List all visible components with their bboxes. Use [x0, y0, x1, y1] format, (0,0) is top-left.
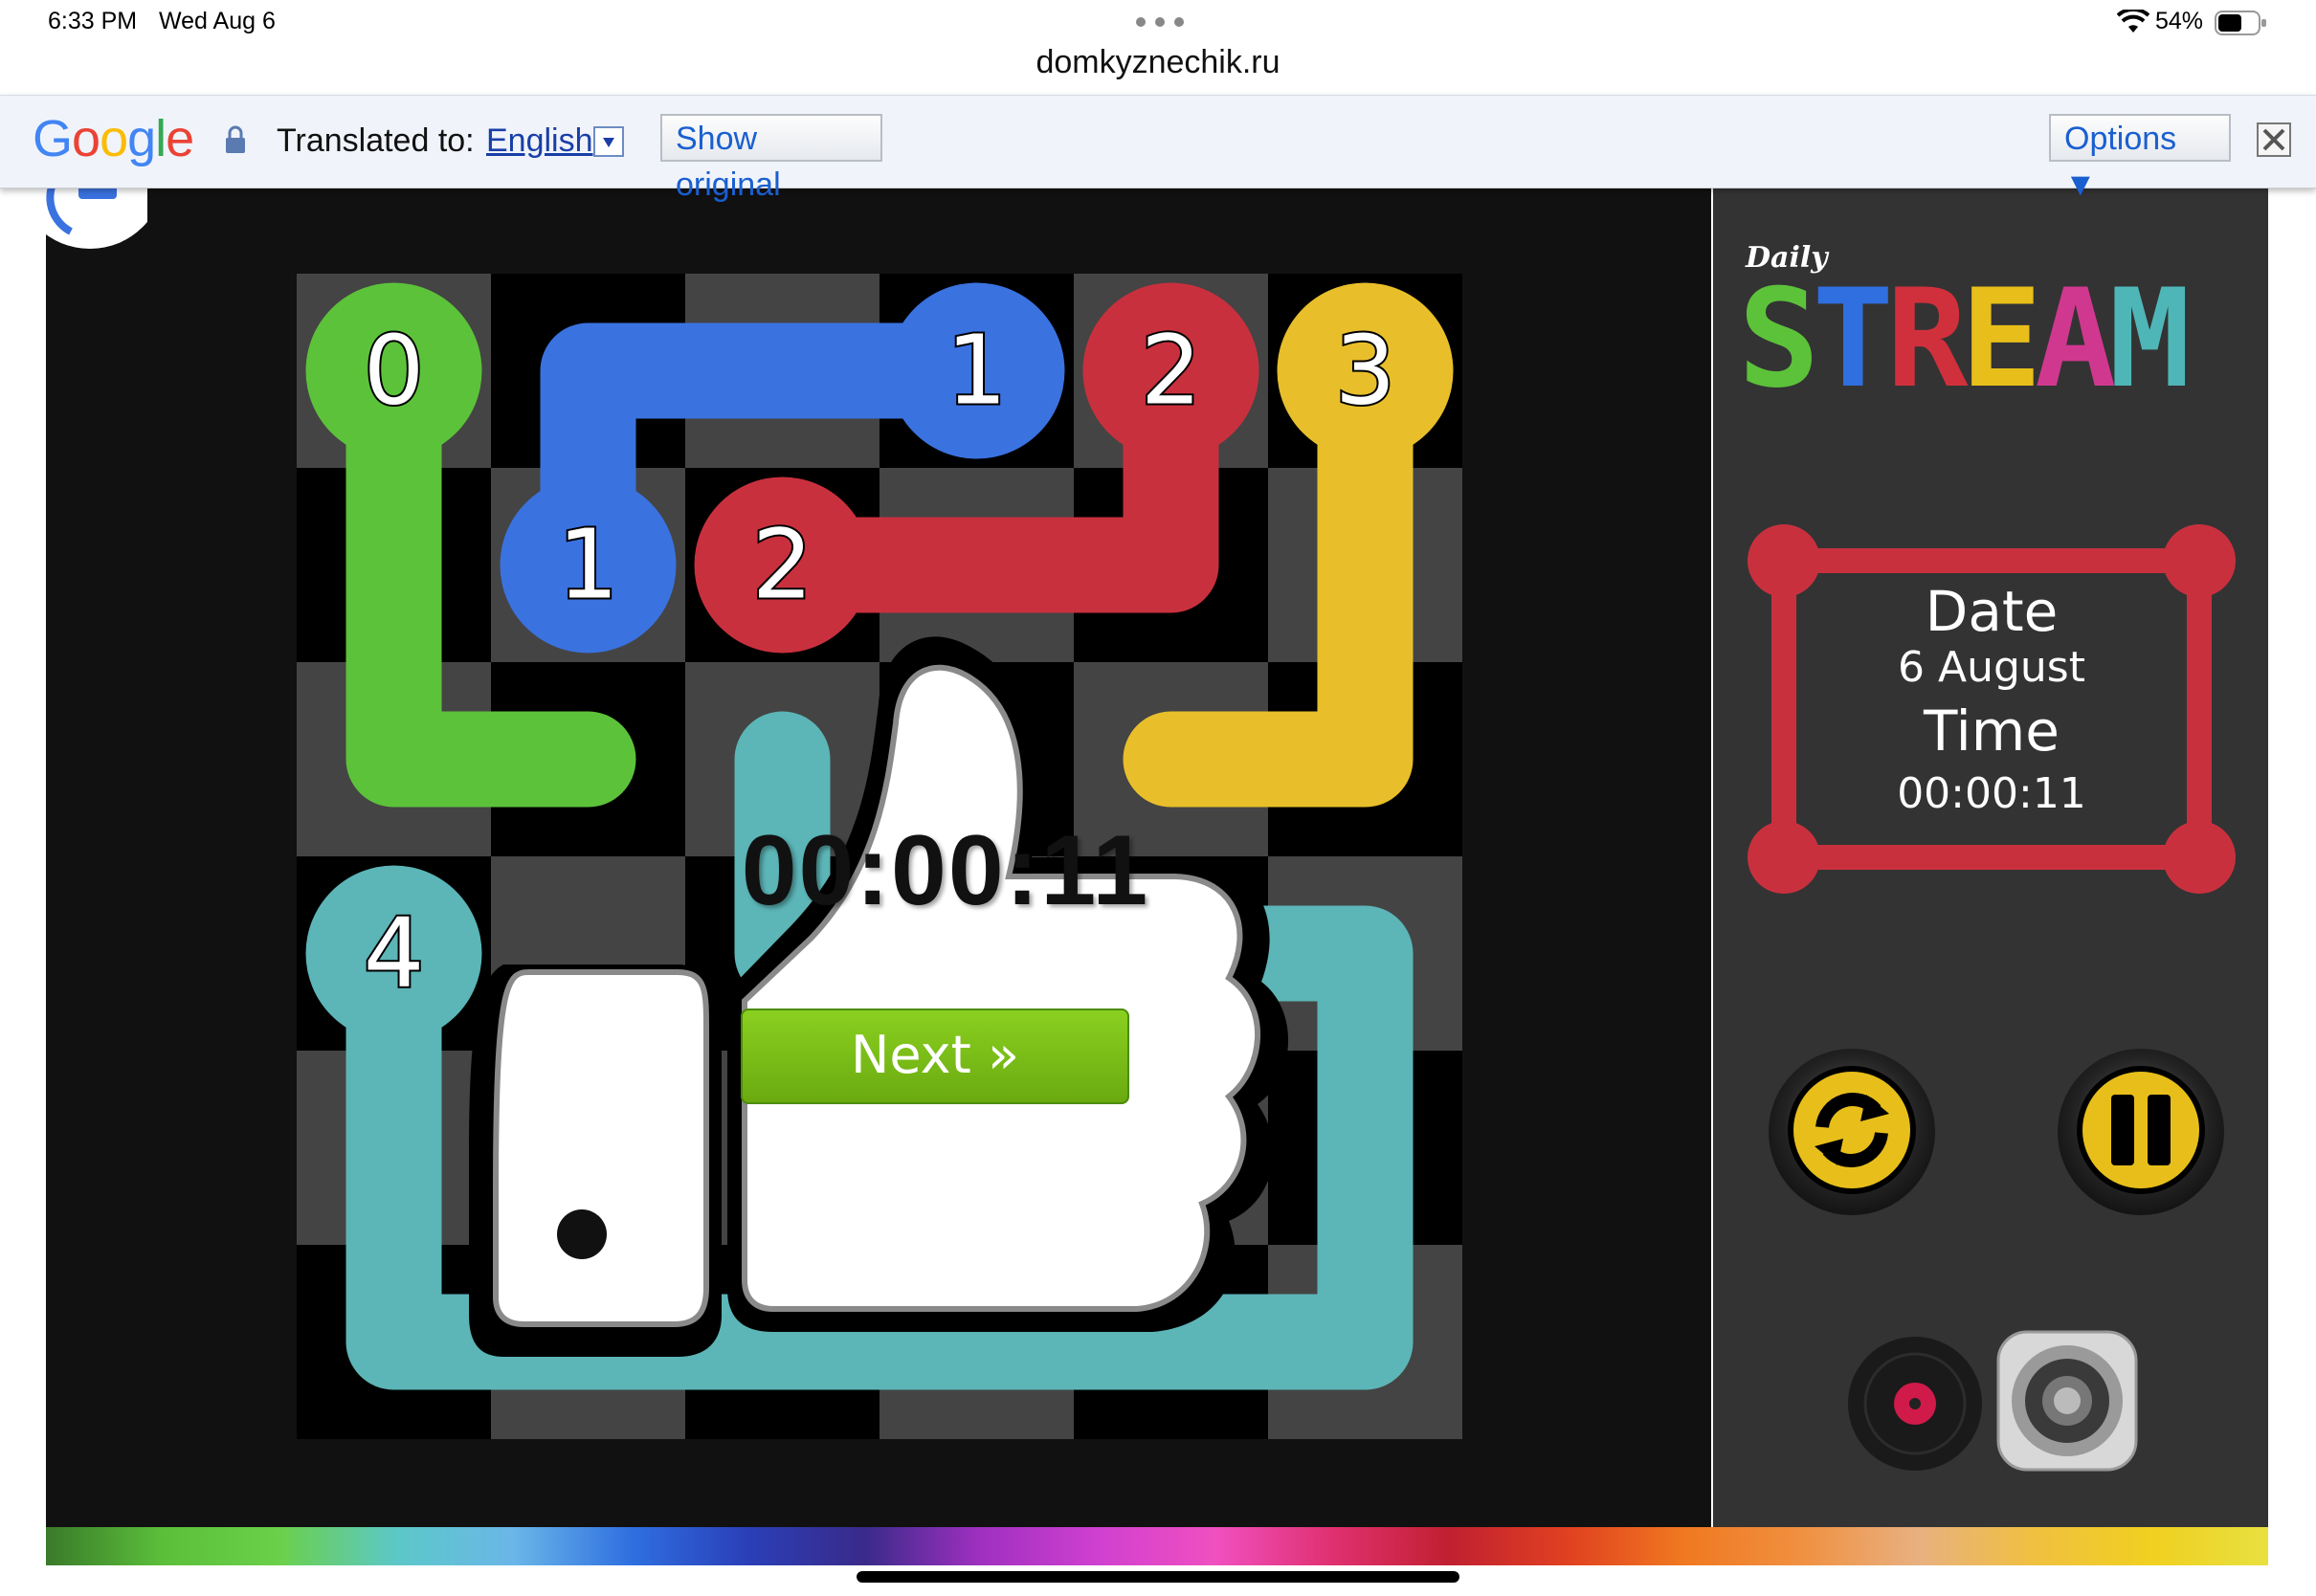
logo-letter: R [1886, 260, 1968, 418]
home-indicator[interactable] [857, 1571, 1459, 1583]
battery-percent: 54% [2155, 8, 2204, 34]
next-button[interactable]: Next » [741, 1009, 1129, 1104]
pause-icon [2111, 1095, 2171, 1165]
endpoint-label: 1 [946, 315, 1008, 427]
clock: 6:33 PM [48, 8, 138, 34]
more-dots-icon[interactable] [1133, 15, 1187, 29]
endpoint-label: 0 [364, 315, 425, 427]
show-original-button[interactable]: Show original [660, 114, 882, 203]
speaker-icon[interactable] [1994, 1328, 2140, 1474]
translate-bar: Google Translated to: English Show origi… [0, 95, 2316, 203]
logo-letter: A [2035, 260, 2116, 418]
translated-to-label: Translated to: [277, 122, 475, 159]
language-link[interactable]: English [486, 122, 593, 160]
info-panel: Date 6 August Time 00:00:11 [1748, 580, 2236, 819]
date-label: Date [1925, 579, 2059, 644]
pause-button[interactable] [2058, 1049, 2224, 1215]
rainbow-strip [46, 1527, 2268, 1565]
language-dropdown[interactable] [593, 126, 624, 157]
logo-letter: E [1960, 260, 2042, 418]
endpoint-label: 3 [1335, 315, 1396, 427]
popup-time: 00:00:11 [741, 815, 1150, 926]
address-bar[interactable]: domkyznechik.ru [0, 38, 2316, 94]
time-label: Time [1924, 698, 2060, 764]
music-record-icon[interactable] [1845, 1334, 1985, 1474]
battery-icon [2215, 11, 2266, 35]
endpoint-label: 1 [558, 509, 619, 621]
time-value: 00:00:11 [1897, 769, 2086, 818]
logo-letter: T [1812, 260, 1894, 418]
lock-icon [226, 125, 245, 153]
date-value: 6 August [1898, 643, 2085, 692]
wifi-icon [2117, 10, 2149, 33]
endpoint-label: 4 [364, 898, 425, 1009]
cuff-button-icon [557, 1209, 607, 1259]
refresh-icon [1815, 1093, 1889, 1167]
logo-letter: S [1738, 260, 1819, 418]
dropdown-arrow-icon [603, 138, 614, 147]
logo-stream: STREAM [1738, 272, 2236, 408]
date: Wed Aug 6 [159, 8, 276, 34]
google-logo: Google [33, 110, 194, 167]
endpoint-label: 2 [752, 509, 813, 621]
close-icon [2262, 128, 2285, 151]
restart-button[interactable] [1769, 1049, 1935, 1215]
logo-letter: M [2108, 260, 2191, 418]
game-area: 012312405 00:00:11 Next » [33, 174, 1711, 1527]
close-translate-button[interactable] [2257, 122, 2291, 157]
endpoint-label: 2 [1141, 315, 1202, 427]
options-button[interactable]: Options ▼ [2049, 114, 2231, 203]
side-panel: Daily STREAM Date 6 August Time 00:00:11 [1713, 188, 2268, 1527]
url-text[interactable]: domkyznechik.ru [1036, 44, 1280, 80]
